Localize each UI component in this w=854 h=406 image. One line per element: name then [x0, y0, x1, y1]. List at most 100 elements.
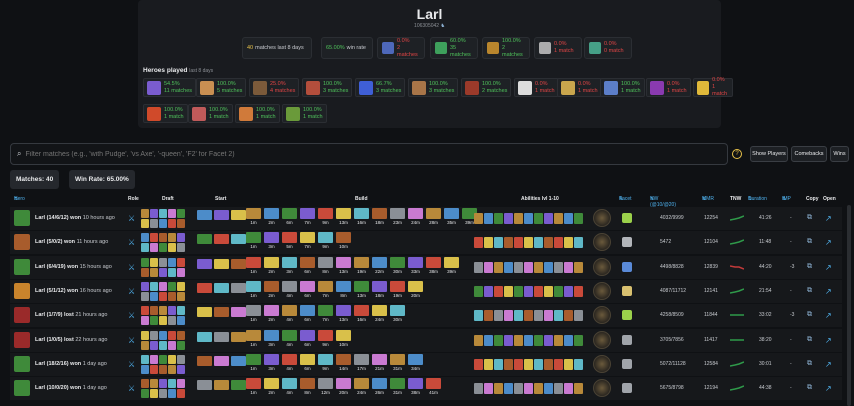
- draft-grid: [141, 379, 187, 399]
- hero-played-card[interactable]: 25.0% 4 matches: [249, 78, 300, 97]
- ability-icon: [564, 358, 573, 370]
- item-icon: [354, 378, 369, 390]
- match-row[interactable]: Larl (1/0/5) lost 22 hours ago ⚔ 1m 3m 4m 6…: [10, 328, 842, 352]
- match-row[interactable]: Larl (5/1/12) won 16 hours ago ⚔ 1m 2m 4m 6…: [10, 279, 842, 303]
- match-row[interactable]: Larl (1/7/9) lost 21 hours ago ⚔ 1m 2m 4m 6…: [10, 304, 842, 328]
- hero-played-card[interactable]: 100.0% 3 matches: [302, 78, 353, 97]
- build-item: 6m: [300, 353, 315, 371]
- show-players-button[interactable]: Show Players: [750, 146, 788, 162]
- copy-icon[interactable]: ⧉: [807, 263, 815, 271]
- build-item: 10m: [336, 232, 351, 249]
- item-icon: [336, 329, 351, 341]
- open-link-icon[interactable]: ↗: [825, 311, 833, 320]
- draft-hero-icon: [168, 243, 176, 253]
- open-link-icon[interactable]: ↗: [825, 360, 833, 369]
- col-start: Start: [215, 196, 227, 202]
- match-row[interactable]: Larl (14/6/12) won 10 hours ago ⚔ 1m 2m 6m…: [10, 207, 842, 230]
- open-link-icon[interactable]: ↗: [825, 214, 833, 223]
- draft-hero-icon: [150, 291, 158, 301]
- hero-played-card[interactable]: 100.0% 3 matches: [408, 78, 459, 97]
- open-link-icon[interactable]: ↗: [825, 384, 833, 393]
- item-icon: [372, 256, 387, 268]
- ability-icon: [534, 310, 543, 322]
- draft-hero-icon: [150, 209, 158, 218]
- build-item: 13m: [336, 305, 351, 322]
- comebacks-button[interactable]: Comebacks: [791, 146, 827, 162]
- imp: -: [790, 385, 792, 392]
- build-item: 1m: [246, 378, 261, 395]
- draft-hero-icon: [168, 379, 176, 389]
- build-item: 38m: [408, 378, 423, 395]
- hero-played-card[interactable]: 0.0% 1 match: [514, 78, 559, 97]
- match-row[interactable]: Larl (5/0/2) won 11 hours ago ⚔ 1m 3m 5m 7m…: [10, 231, 842, 255]
- build-item: 7m: [318, 280, 333, 298]
- item-icon: [246, 353, 261, 365]
- hero-portrait-icon: [192, 106, 206, 121]
- item-icon: [318, 353, 333, 365]
- item-icon: [282, 353, 297, 365]
- copy-icon[interactable]: ⧉: [807, 336, 815, 344]
- draft-hero-icon: [168, 364, 176, 374]
- ability-icon: [494, 334, 503, 346]
- copy-icon[interactable]: ⧉: [807, 311, 815, 319]
- hero-played-card[interactable]: 100.0% 1 match: [282, 104, 327, 123]
- ability-icon: [564, 237, 573, 249]
- hero-played-card[interactable]: 100.0% 1 match: [188, 104, 233, 123]
- draft-hero-icon: [150, 257, 158, 267]
- item-icon: [282, 208, 297, 219]
- copy-icon[interactable]: ⧉: [807, 384, 815, 392]
- hero-played-card[interactable]: 100.0% 1 match: [600, 78, 645, 97]
- open-link-icon[interactable]: ↗: [825, 287, 833, 296]
- wins-button[interactable]: Wins: [830, 146, 849, 162]
- item-icon: [336, 232, 351, 244]
- hero-portrait-icon: [359, 80, 373, 95]
- ability-icon: [474, 285, 483, 297]
- help-icon[interactable]: ?: [732, 149, 742, 159]
- item-icon: [300, 305, 315, 317]
- hero-played-card[interactable]: 100.0% 5 matches: [196, 78, 247, 97]
- match-row[interactable]: Larl (18/2/16) won 1 day ago ⚔ 1m 3m 4m 6m 9…: [10, 352, 842, 376]
- hero-played-card[interactable]: 0.0% 1 match: [557, 78, 602, 97]
- matches-count: Matches: 40: [10, 170, 60, 189]
- hero-played-card[interactable]: 100.0% 1 match: [143, 104, 188, 123]
- copy-icon[interactable]: ⧉: [807, 287, 815, 295]
- ability-icon: [514, 358, 523, 370]
- draft-grid: [141, 281, 187, 301]
- player-id: 106305042 ♞: [414, 23, 445, 29]
- hero-played-card[interactable]: 0.0% 1 match: [693, 77, 733, 97]
- item-build: 1m 2m 4m 8m 12m 20m 24m 26m 31m 38m 41m: [246, 378, 441, 395]
- open-link-icon[interactable]: ↗: [825, 336, 833, 345]
- ability-icon: [544, 213, 553, 224]
- ability-icon: [494, 285, 503, 297]
- item-icon: [354, 305, 369, 317]
- hero-played-card[interactable]: 100.0% 2 matches: [461, 78, 512, 97]
- copy-icon[interactable]: ⧉: [807, 238, 815, 246]
- copy-icon[interactable]: ⧉: [807, 360, 815, 368]
- hero-avatar: [14, 258, 30, 275]
- build-item: 9m: [318, 208, 333, 225]
- talent-tree-icon: [593, 209, 611, 227]
- build-item: 6m: [282, 208, 297, 225]
- open-link-icon[interactable]: ↗: [825, 238, 833, 247]
- ability-icon: [524, 358, 533, 370]
- tnw-sparkline: [730, 215, 744, 221]
- copy-icon[interactable]: ⧉: [807, 214, 815, 222]
- mmr: 11844: [704, 312, 718, 319]
- ability-icon: [484, 285, 493, 297]
- hero-played-card[interactable]: 0.0% 1 match: [646, 78, 691, 97]
- match-row[interactable]: Larl (10/0/20) won 1 day ago ⚔ 1m 2m 4m 8m 1…: [10, 377, 842, 401]
- filter-search-bar[interactable]: ⌕: [10, 143, 728, 165]
- hero-played-card[interactable]: 54.5% 11 matches: [143, 78, 197, 97]
- hero-portrait-icon: [465, 80, 479, 95]
- filter-input[interactable]: [25, 150, 716, 158]
- hero-played-card[interactable]: 100.0% 1 match: [235, 104, 280, 123]
- item-icon: [246, 329, 261, 341]
- build-item: 1m: [246, 208, 261, 225]
- open-link-icon[interactable]: ↗: [825, 263, 833, 272]
- hero-played-card[interactable]: 66.7% 3 matches: [355, 78, 406, 97]
- hard-support-role-icon: [589, 42, 601, 54]
- col-role: Role: [128, 196, 139, 202]
- match-row[interactable]: Larl (6/4/19) won 15 hours ago ⚔ 1m 2m 3m 6…: [10, 255, 842, 279]
- tnw-sparkline: [730, 338, 744, 341]
- scrollbar[interactable]: [847, 205, 851, 406]
